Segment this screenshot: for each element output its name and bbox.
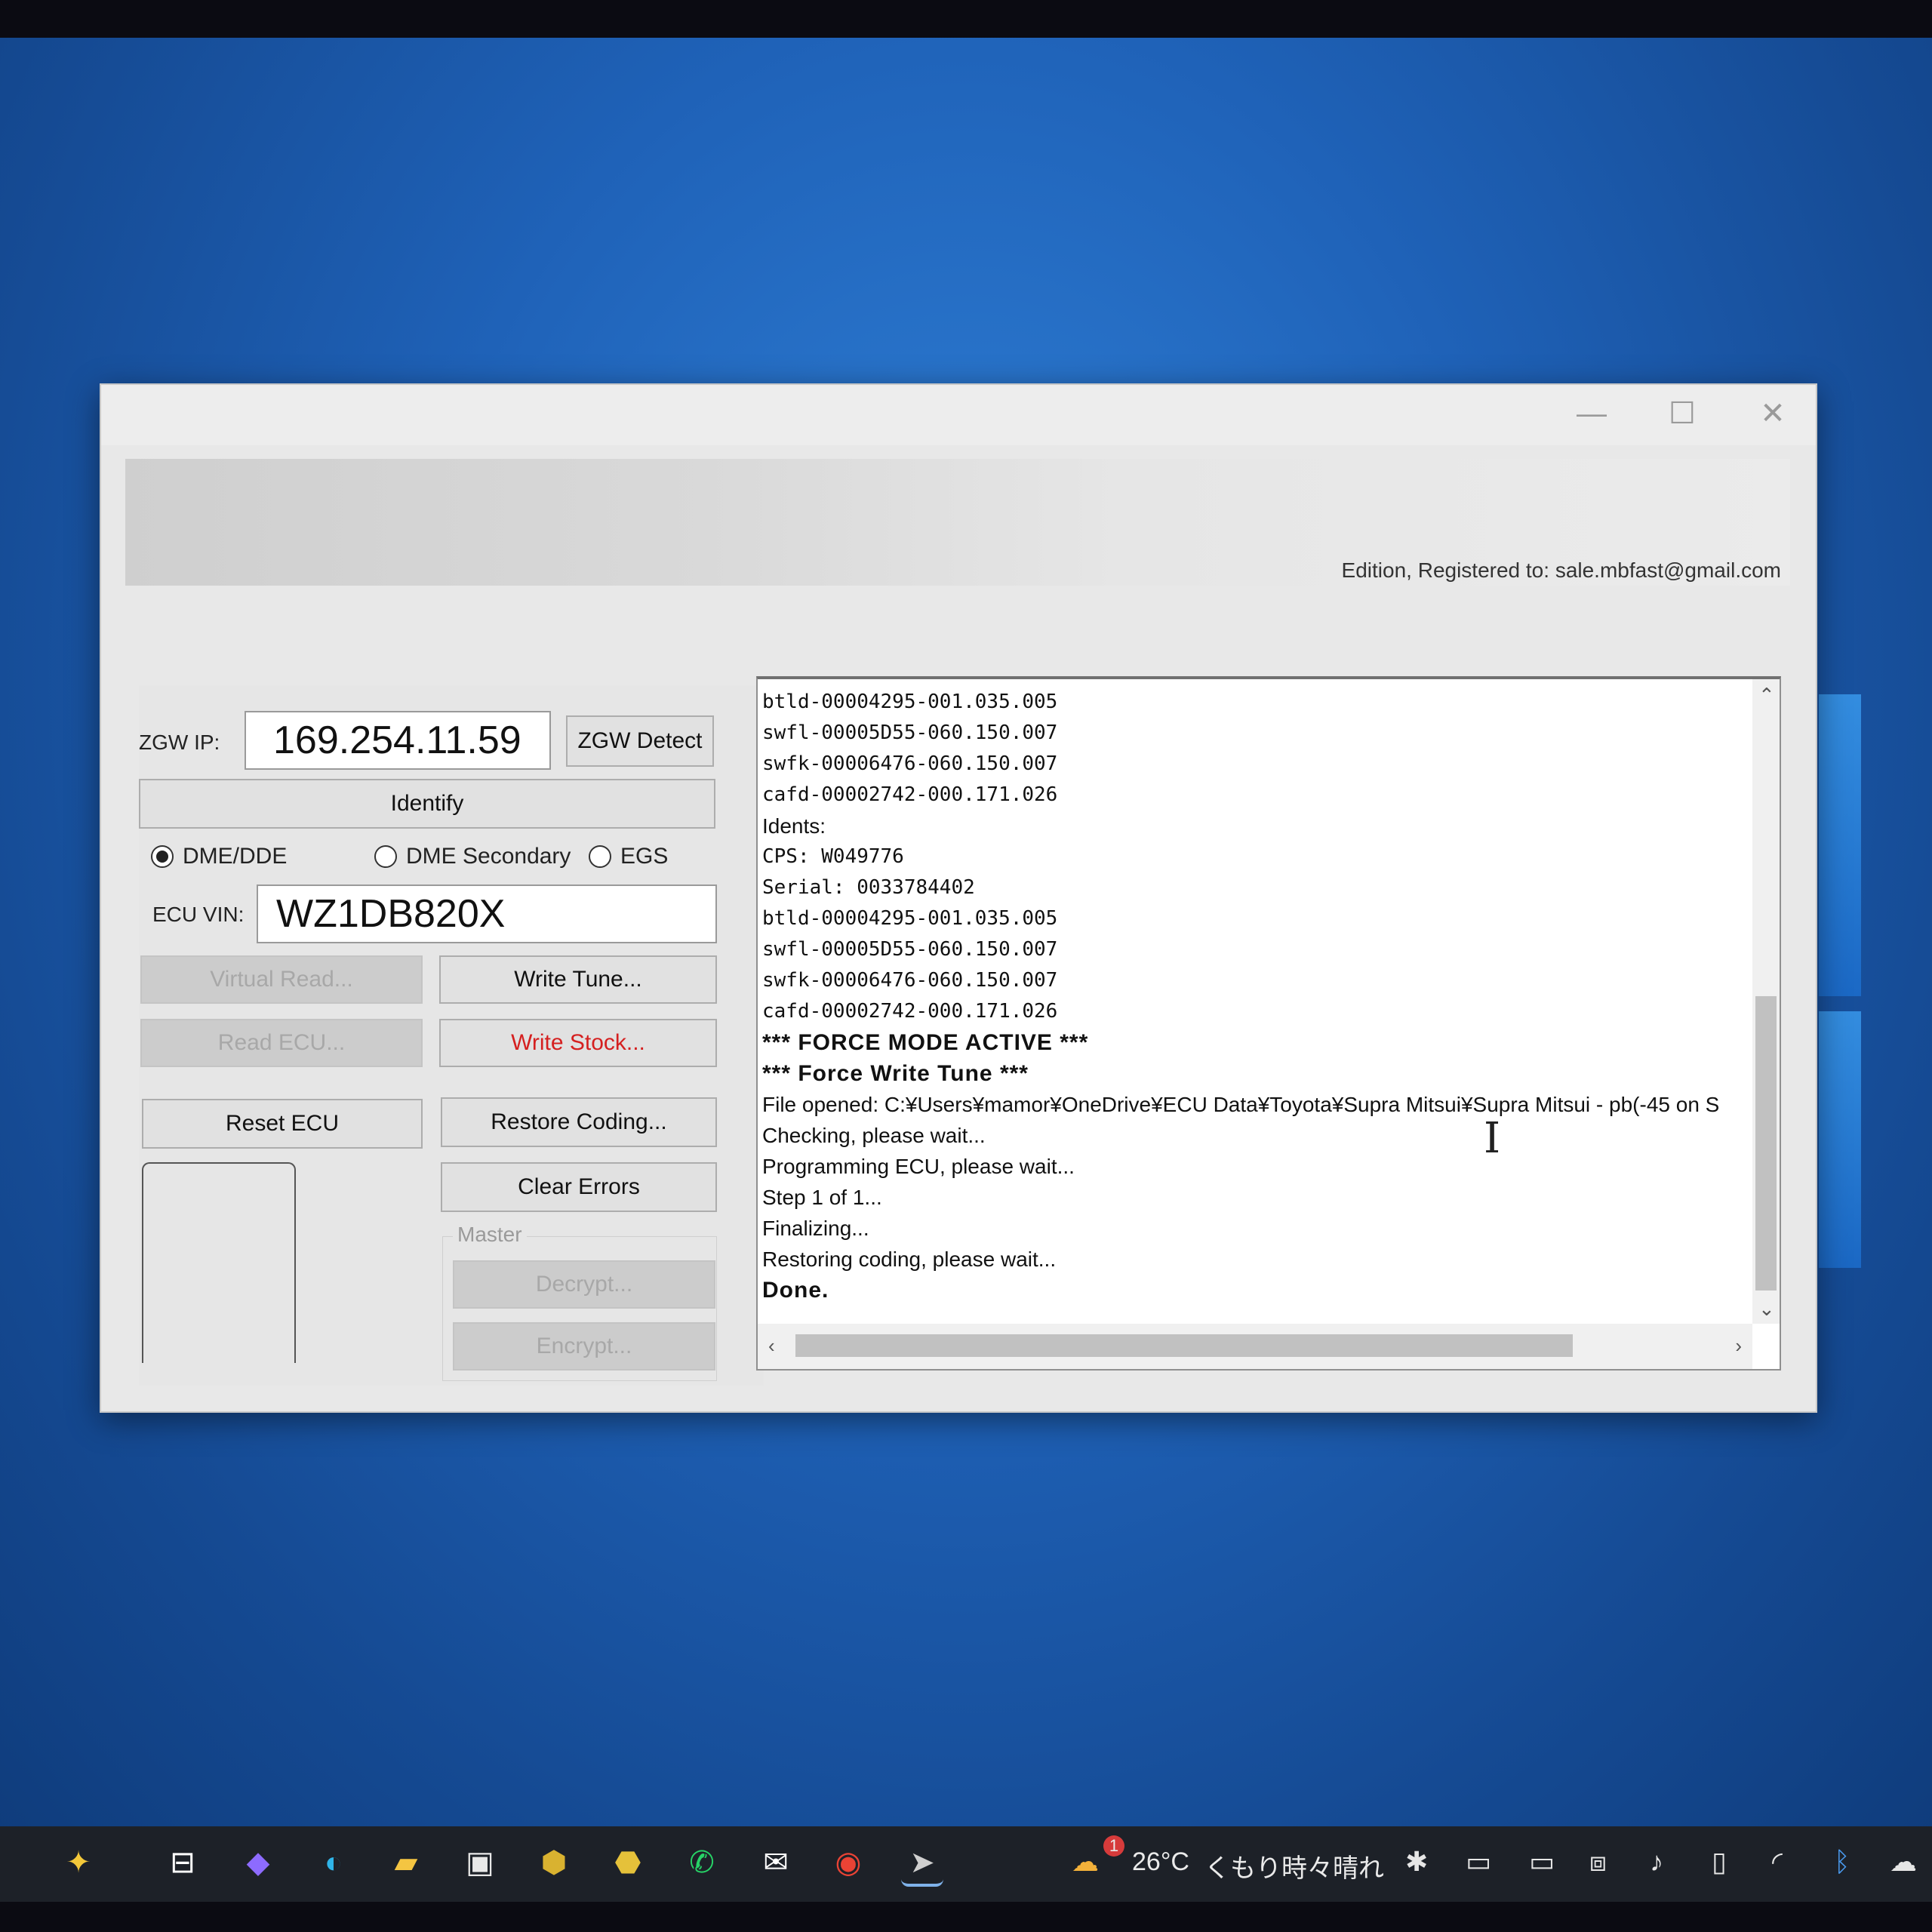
log-line: swfl-00005D55-060.150.007 — [762, 938, 1058, 961]
radio-dme-dde[interactable]: DME/DDE — [151, 844, 287, 869]
ecu-vin-label: ECU VIN: — [152, 903, 245, 926]
task-view-icon[interactable]: ⊟ — [162, 1841, 204, 1884]
weather-temperature: 26°C — [1132, 1847, 1189, 1876]
horizontal-scrollbar[interactable]: ‹ › — [758, 1324, 1752, 1369]
app-icon[interactable]: ⬢ — [533, 1841, 575, 1884]
weather-description: くもり時々晴れ — [1204, 1854, 1384, 1883]
log-line: Done. — [762, 1278, 829, 1303]
volume-icon[interactable]: ♪ — [1650, 1846, 1663, 1878]
read-ecu-button[interactable]: Read ECU... — [140, 1019, 423, 1067]
log-line: Checking, please wait... — [762, 1124, 986, 1147]
control-panel: ZGW IP: 169.254.11.59 ZGW Detect Identif… — [139, 685, 764, 1386]
log-line: cafd-00002742-000.171.026 — [762, 783, 1058, 806]
whatsapp-icon[interactable]: ✆ — [681, 1841, 723, 1884]
scroll-left-icon[interactable]: ‹ — [768, 1334, 775, 1358]
log-line: btld-00004295-001.035.005 — [762, 907, 1058, 930]
maximize-button[interactable]: ☐ — [1648, 391, 1716, 436]
windows-logo-pane — [1819, 1011, 1861, 1268]
app-banner: Edition, Registered to: sale.mbfast@gmai… — [125, 459, 1790, 586]
scroll-down-icon[interactable]: ⌄ — [1758, 1297, 1775, 1321]
log-line: Finalizing... — [762, 1217, 869, 1240]
vertical-scrollbar[interactable]: ⌃ ⌄ — [1752, 679, 1780, 1324]
battery-icon[interactable]: ▭ — [1529, 1846, 1555, 1878]
app-icon[interactable]: ⬣ — [607, 1841, 649, 1884]
log-line: CPS: W049776 — [762, 845, 904, 868]
windows-logo-pane — [1819, 694, 1861, 996]
display-icon[interactable]: ⧈ — [1589, 1846, 1607, 1878]
log-line: *** Force Write Tune *** — [762, 1061, 1029, 1086]
write-stock-button[interactable]: Write Stock... — [439, 1019, 717, 1067]
taskbar — [0, 1826, 1932, 1902]
radio-dme-secondary[interactable]: DME Secondary — [374, 844, 571, 869]
scroll-up-icon[interactable]: ⌃ — [1758, 684, 1775, 707]
log-lines: btld-00004295-001.035.005 swfl-00005D55-0… — [762, 687, 1749, 1306]
notes-tray-icon[interactable]: ▭ — [1466, 1846, 1491, 1878]
master-group-label: Master — [453, 1223, 527, 1247]
virtual-read-button[interactable]: Virtual Read... — [140, 955, 423, 1004]
horizontal-scroll-thumb[interactable] — [795, 1334, 1573, 1357]
app-icon[interactable]: ✉ — [755, 1841, 797, 1884]
radio-dme-secondary-label: DME Secondary — [406, 844, 571, 869]
close-button[interactable]: ✕ — [1739, 391, 1807, 436]
log-line: btld-00004295-001.035.005 — [762, 691, 1058, 713]
vertical-scroll-thumb[interactable] — [1755, 996, 1777, 1291]
log-line: swfl-00005D55-060.150.007 — [762, 721, 1058, 744]
radio-dme-dde-label: DME/DDE — [183, 844, 288, 869]
cloud-icon[interactable]: ☁ — [1890, 1846, 1917, 1878]
log-line: Restoring coding, please wait... — [762, 1247, 1057, 1271]
log-line: Programming ECU, please wait... — [762, 1155, 1075, 1178]
log-line: Idents: — [762, 814, 826, 838]
identify-button[interactable]: Identify — [139, 779, 715, 829]
log-line: Step 1 of 1... — [762, 1186, 882, 1209]
clear-errors-button[interactable]: Clear Errors — [441, 1162, 717, 1212]
chrome-icon[interactable]: ◉ — [827, 1841, 869, 1884]
weather-icon[interactable]: ☁ — [1072, 1846, 1099, 1878]
radio-unselected-icon — [374, 845, 397, 868]
log-line: File opened: C:¥Users¥mamor¥OneDrive¥ECU… — [762, 1093, 1720, 1116]
file-explorer-icon[interactable]: ▰ — [385, 1841, 427, 1884]
scroll-right-icon[interactable]: › — [1735, 1334, 1742, 1358]
ecu-tool-taskbar-icon[interactable]: ➤ — [901, 1841, 943, 1887]
copilot-sparkle-icon[interactable]: ✦ — [57, 1841, 100, 1884]
zgw-ip-label: ZGW IP: — [139, 731, 220, 754]
zgw-detect-button[interactable]: ZGW Detect — [566, 715, 714, 767]
log-line: cafd-00002742-000.171.026 — [762, 1000, 1058, 1023]
vin-redaction — [524, 894, 699, 934]
sparkle-tray-icon[interactable]: ✱ — [1405, 1846, 1428, 1878]
edge-browser-icon[interactable]: ◐ — [312, 1841, 355, 1884]
minimize-button[interactable]: — — [1558, 391, 1626, 436]
reset-ecu-button[interactable]: Reset ECU — [142, 1099, 423, 1149]
write-tune-button[interactable]: Write Tune... — [439, 955, 717, 1004]
bluetooth-icon[interactable]: ᛒ — [1834, 1846, 1850, 1878]
text-cursor-icon: I — [1484, 1114, 1501, 1163]
radio-egs[interactable]: EGS — [589, 844, 668, 869]
radio-egs-label: EGS — [620, 844, 669, 869]
log-line: swfk-00006476-060.150.007 — [762, 969, 1058, 992]
status-panel — [142, 1162, 296, 1363]
restore-coding-button[interactable]: Restore Coding... — [441, 1097, 717, 1147]
copilot-app-icon[interactable]: ◆ — [237, 1841, 279, 1884]
registration-text: Edition, Registered to: sale.mbfast@gmai… — [1341, 558, 1781, 582]
encrypt-button[interactable]: Encrypt... — [453, 1322, 715, 1371]
title-bar: — ☐ ✕ — [101, 385, 1816, 445]
weather-badge: 1 — [1103, 1835, 1124, 1857]
radio-unselected-icon — [589, 845, 611, 868]
zgw-ip-input[interactable]: 169.254.11.59 — [245, 711, 551, 770]
log-output[interactable]: btld-00004295-001.035.005 swfl-00005D55-0… — [756, 676, 1781, 1371]
usb-icon[interactable]: ▯ — [1712, 1846, 1727, 1878]
wifi-icon[interactable]: ◜ — [1772, 1846, 1783, 1878]
log-line: *** FORCE MODE ACTIVE *** — [762, 1030, 1089, 1055]
decrypt-button[interactable]: Decrypt... — [453, 1260, 715, 1309]
store-icon[interactable]: ▣ — [459, 1841, 501, 1884]
log-line: swfk-00006476-060.150.007 — [762, 752, 1058, 775]
ecu-flash-tool-window: — ☐ ✕ Edition, Registered to: sale.mbfas… — [100, 383, 1817, 1413]
log-line: Serial: 0033784402 — [762, 876, 975, 899]
radio-selected-icon — [151, 845, 174, 868]
